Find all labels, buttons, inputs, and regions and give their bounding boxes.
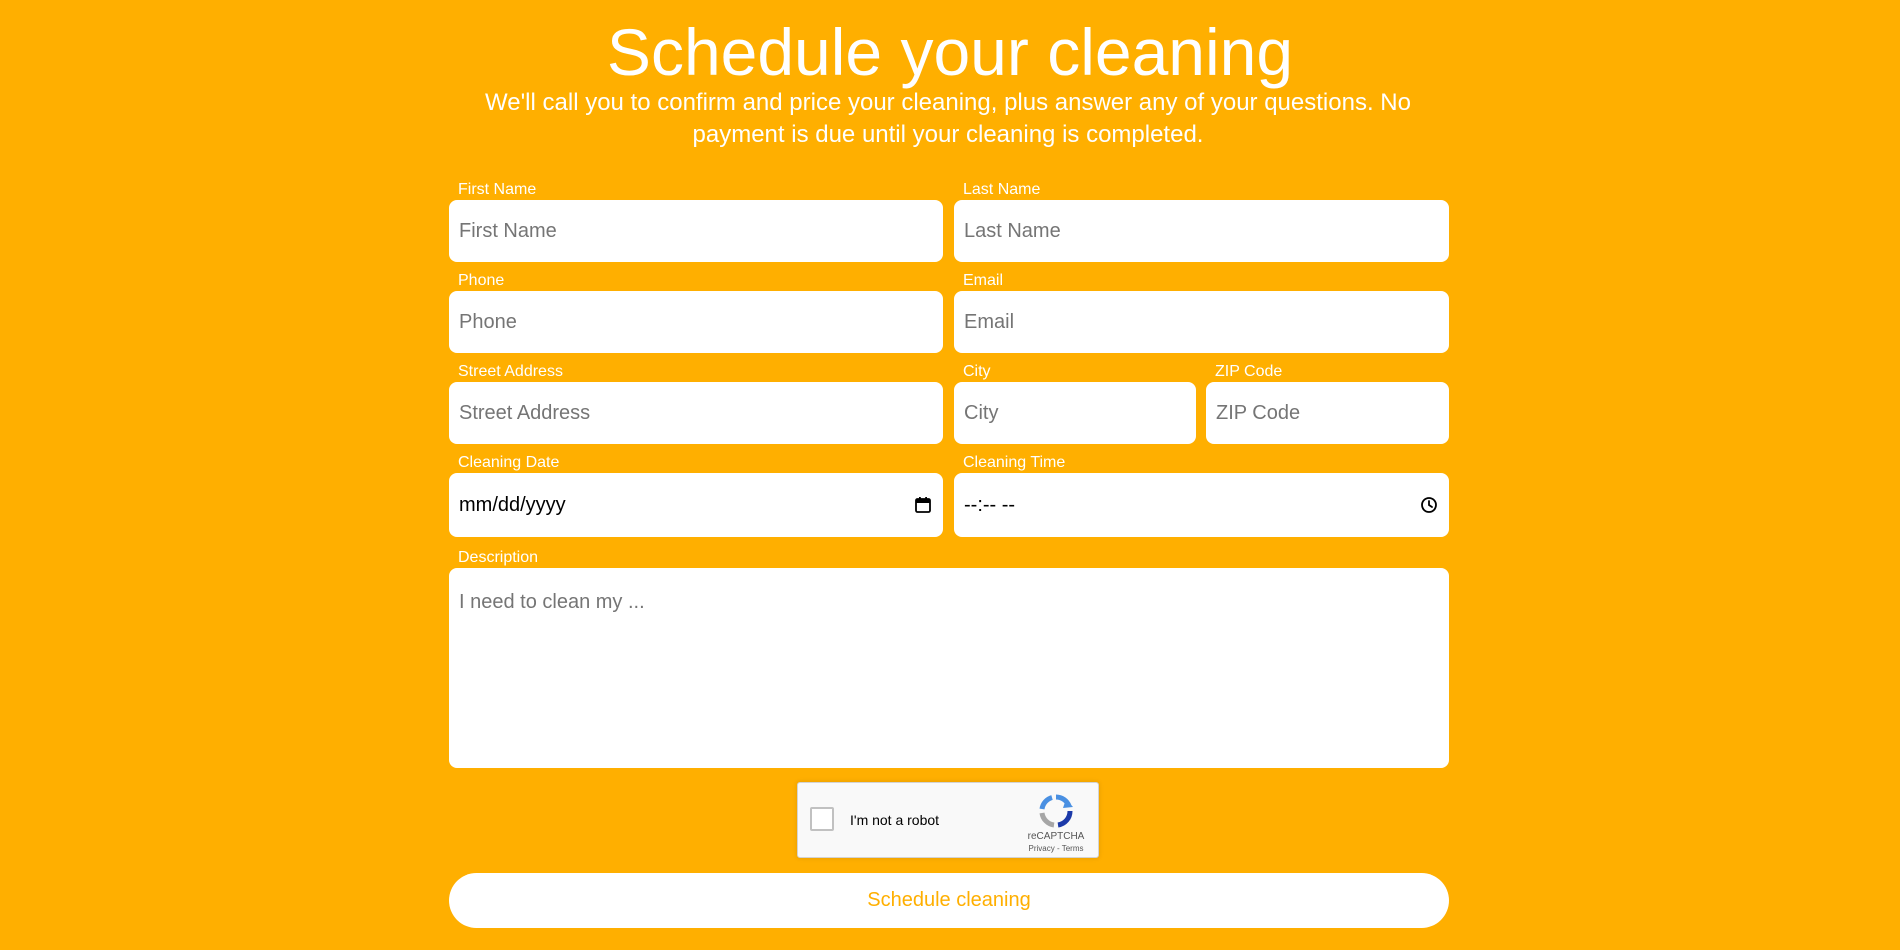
cleaning-time-input[interactable]: --:-- -- <box>954 473 1449 537</box>
recaptcha-logo-icon <box>1036 791 1076 831</box>
first-name-label: First Name <box>458 181 537 198</box>
cleaning-time-value: --:-- -- <box>964 493 1016 516</box>
description-label: Description <box>458 549 539 566</box>
cleaning-date-label: Cleaning Date <box>458 454 560 471</box>
email-input[interactable] <box>954 291 1449 353</box>
page-subtitle: We'll call you to confirm and price your… <box>485 89 1411 148</box>
cleaning-date-value: mm/dd/yyyy <box>459 493 566 516</box>
recaptcha-privacy-terms-links[interactable]: Privacy - Terms <box>1016 844 1096 854</box>
email-label: Email <box>963 272 1004 289</box>
calendar-icon[interactable] <box>913 495 933 515</box>
last-name-label: Last Name <box>963 181 1041 198</box>
street-address-input[interactable] <box>449 382 943 444</box>
phone-label: Phone <box>458 272 505 289</box>
city-label: City <box>963 363 991 380</box>
cleaning-date-input[interactable]: mm/dd/yyyy <box>449 473 943 537</box>
cleaning-time-label: Cleaning Time <box>963 454 1066 471</box>
street-address-label: Street Address <box>458 363 563 380</box>
city-input[interactable] <box>954 382 1196 444</box>
description-textarea[interactable] <box>449 568 1449 768</box>
recaptcha-brand: reCAPTCHA <box>1027 831 1085 842</box>
phone-input[interactable] <box>449 291 943 353</box>
first-name-input[interactable] <box>449 200 943 262</box>
zip-code-label: ZIP Code <box>1215 363 1283 380</box>
zip-code-input[interactable] <box>1206 382 1449 444</box>
recaptcha-widget: I'm not a robot reCAPTCHA Privacy - Term… <box>797 782 1099 858</box>
page: Schedule your cleaning We'll call you to… <box>0 0 1900 950</box>
last-name-input[interactable] <box>954 200 1449 262</box>
page-title: Schedule your cleaning <box>606 15 1294 89</box>
schedule-cleaning-button[interactable]: Schedule cleaning <box>449 873 1449 928</box>
recaptcha-checkbox[interactable] <box>810 807 834 831</box>
recaptcha-label: I'm not a robot <box>850 812 940 828</box>
clock-icon[interactable] <box>1419 495 1439 515</box>
